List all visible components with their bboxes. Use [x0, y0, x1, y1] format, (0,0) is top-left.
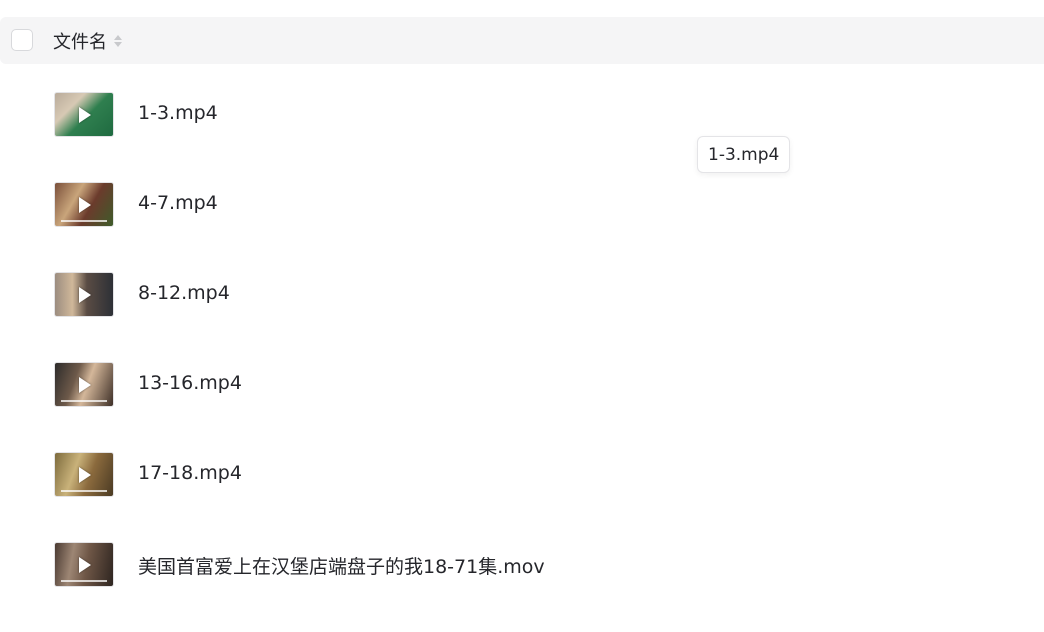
video-thumbnail[interactable] [54, 92, 114, 137]
video-thumbnail[interactable] [54, 272, 114, 317]
video-caption-strip [61, 490, 107, 492]
file-name[interactable]: 17-18.mp4 [138, 462, 242, 484]
file-name[interactable]: 1-3.mp4 [138, 102, 218, 124]
filename-column-header[interactable]: 文件名 [53, 29, 123, 53]
tooltip-text: 1-3.mp4 [708, 144, 780, 165]
video-thumbnail[interactable] [54, 542, 114, 587]
file-list-header [0, 17, 1044, 64]
play-icon [79, 197, 91, 213]
file-name[interactable]: 8-12.mp4 [138, 282, 230, 304]
file-name[interactable]: 4-7.mp4 [138, 192, 218, 214]
file-row[interactable]: 1-3.mp4 [0, 92, 1044, 182]
select-all-checkbox[interactable] [11, 29, 33, 51]
file-name[interactable]: 美国首富爱上在汉堡店端盘子的我18-71集.mov [138, 552, 545, 579]
video-caption-strip [61, 400, 107, 402]
filename-column-label: 文件名 [53, 32, 107, 53]
play-icon [79, 467, 91, 483]
file-row[interactable]: 8-12.mp4 [0, 272, 1044, 362]
file-row[interactable]: 4-7.mp4 [0, 182, 1044, 272]
sort-icon[interactable] [114, 33, 123, 49]
file-name[interactable]: 13-16.mp4 [138, 372, 242, 394]
play-icon [79, 287, 91, 303]
video-thumbnail[interactable] [54, 362, 114, 407]
filename-tooltip: 1-3.mp4 [697, 136, 791, 173]
video-caption-strip [61, 580, 107, 582]
video-thumbnail[interactable] [54, 452, 114, 497]
play-icon [79, 107, 91, 123]
file-row[interactable]: 13-16.mp4 [0, 362, 1044, 452]
file-row[interactable]: 17-18.mp4 [0, 452, 1044, 542]
video-caption-strip [61, 220, 107, 222]
video-thumbnail[interactable] [54, 182, 114, 227]
play-icon [79, 377, 91, 393]
play-icon [79, 557, 91, 573]
file-row[interactable]: 美国首富爱上在汉堡店端盘子的我18-71集.mov [0, 542, 1044, 632]
